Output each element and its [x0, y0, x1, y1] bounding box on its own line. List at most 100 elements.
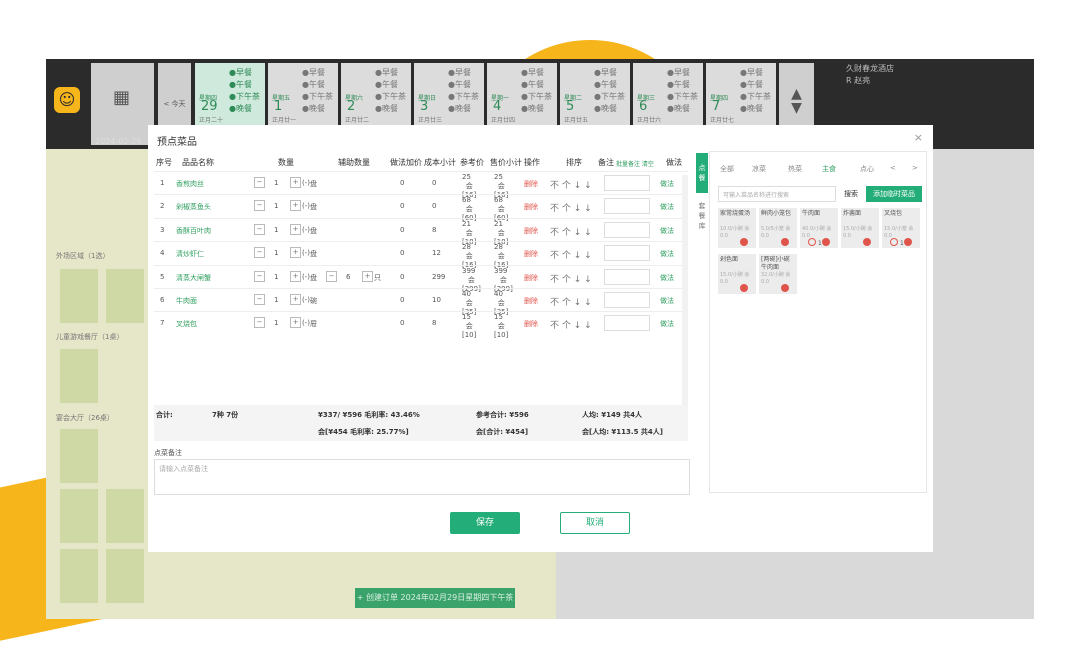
dish-card-add-button[interactable]	[781, 284, 789, 292]
meal-option[interactable]: ●午餐	[302, 79, 333, 91]
meal-option[interactable]: ●午餐	[667, 79, 698, 91]
delete-button[interactable]: 删除	[524, 202, 538, 212]
dish-card-add-button[interactable]	[863, 238, 871, 246]
meal-option[interactable]: ●晚餐	[375, 103, 406, 115]
row-remark-input[interactable]	[604, 292, 650, 308]
meal-option[interactable]: ●下午茶	[521, 91, 552, 103]
increment-button[interactable]: +	[290, 270, 301, 282]
dish-card[interactable]: 鲜肉小笼包 5.0/5小笼 会0.0	[759, 208, 797, 248]
save-button[interactable]: 保存	[450, 512, 520, 534]
tab-order[interactable]: 点餐	[696, 153, 708, 193]
meal-option[interactable]: ●下午茶	[229, 91, 260, 103]
calendar-picker[interactable]: ▦ 2024-02-29	[91, 63, 154, 146]
delete-button[interactable]: 删除	[524, 226, 538, 236]
decrement-button[interactable]: −	[254, 223, 265, 235]
decrement-button[interactable]: −	[254, 317, 265, 329]
meal-option[interactable]: ●早餐	[229, 67, 260, 79]
table-tile[interactable]	[60, 549, 98, 603]
increment-button[interactable]: +	[290, 177, 301, 188]
decrement-button[interactable]: −	[254, 247, 265, 259]
dish-card[interactable]: 牛肉面 40.0/小碗 会0.0 1	[800, 208, 838, 248]
meal-option[interactable]: ●晚餐	[521, 103, 552, 115]
meal-option[interactable]: ●晚餐	[302, 103, 333, 115]
dish-card[interactable]: 叉烧包 15.0/小笼 会0.0 1	[882, 208, 920, 248]
delete-button[interactable]: 删除	[524, 296, 538, 306]
method-button[interactable]: 做法	[660, 226, 674, 236]
aux-decrement-button[interactable]: −	[326, 270, 337, 282]
meal-option[interactable]: ●早餐	[302, 67, 333, 79]
meal-option[interactable]: ●午餐	[229, 79, 260, 91]
meal-option[interactable]: ●晚餐	[594, 103, 625, 115]
meal-option[interactable]: ●下午茶	[448, 91, 479, 103]
method-button[interactable]: 做法	[660, 296, 674, 306]
aux-increment-button[interactable]: +	[362, 270, 373, 282]
row-dish-name[interactable]: 剁椒蒸鱼头	[176, 202, 211, 212]
search-button[interactable]: 搜索	[838, 186, 864, 202]
meal-option[interactable]: ●下午茶	[740, 91, 771, 103]
row-qty[interactable]: 1	[274, 226, 278, 234]
increment-button[interactable]: +	[290, 247, 301, 259]
meal-option[interactable]: ●午餐	[448, 79, 479, 91]
row-dish-name[interactable]: 叉烧包	[176, 319, 197, 329]
row-qty[interactable]: 1	[274, 249, 278, 257]
table-tile[interactable]	[106, 269, 144, 323]
meal-option[interactable]: ●下午茶	[667, 91, 698, 103]
dish-card-add-button[interactable]	[740, 238, 748, 246]
row-dish-name[interactable]: 香酥百叶肉	[176, 226, 211, 236]
row-dish-name[interactable]: 牛肉面	[176, 296, 197, 306]
row-dish-name[interactable]: 清蒸大闸蟹	[176, 273, 211, 283]
chevron-right-icon[interactable]: >	[912, 164, 918, 172]
table-tile[interactable]	[60, 269, 98, 323]
increment-button[interactable]: +	[290, 223, 301, 235]
dish-card-minus-button[interactable]	[808, 238, 816, 246]
decrement-button[interactable]: −	[254, 294, 265, 305]
delete-button[interactable]: 删除	[524, 249, 538, 259]
cancel-button[interactable]: 取消	[560, 512, 630, 534]
increment-button[interactable]: +	[290, 294, 301, 305]
dish-card-add-button[interactable]	[822, 238, 830, 246]
meal-option[interactable]: ●早餐	[448, 67, 479, 79]
row-qty[interactable]: 1	[274, 319, 278, 327]
meal-option[interactable]: ●午餐	[594, 79, 625, 91]
meal-option[interactable]: ●晚餐	[740, 103, 771, 115]
dish-card[interactable]: [两碗]小碗牛肉面 32.0/小碗 会0.0	[759, 254, 797, 294]
decrement-button[interactable]: −	[254, 200, 265, 212]
increment-button[interactable]: +	[290, 317, 301, 329]
meal-option[interactable]: ●下午茶	[594, 91, 625, 103]
sort-controls[interactable]: 不 个 ↓ ↓	[550, 201, 592, 214]
category-cold[interactable]: 凉菜	[752, 164, 766, 174]
row-qty[interactable]: 1	[274, 273, 278, 281]
meal-option[interactable]: ●早餐	[740, 67, 771, 79]
row-qty[interactable]: 1	[274, 202, 278, 210]
category-staple[interactable]: 主食	[822, 164, 836, 174]
increment-button[interactable]: +	[290, 200, 301, 212]
row-remark-input[interactable]	[604, 198, 650, 215]
meal-option[interactable]: ●晚餐	[448, 103, 479, 115]
sort-controls[interactable]: 不 个 ↓ ↓	[550, 272, 592, 285]
method-button[interactable]: 做法	[660, 319, 674, 329]
category-dimsum[interactable]: 点心	[860, 164, 874, 174]
meal-option[interactable]: ●下午茶	[302, 91, 333, 103]
decrement-button[interactable]: −	[254, 270, 265, 282]
sort-controls[interactable]: 不 个 ↓ ↓	[550, 318, 592, 331]
meal-option[interactable]: ●下午茶	[375, 91, 406, 103]
sort-controls[interactable]: 不 个 ↓ ↓	[550, 178, 592, 191]
meal-option[interactable]: ●午餐	[740, 79, 771, 91]
create-order-button[interactable]: + 创建订单 2024年02月29日星期四下午茶	[355, 588, 515, 608]
sort-controls[interactable]: 不 个 ↓ ↓	[550, 225, 592, 238]
dish-card-add-button[interactable]	[781, 238, 789, 246]
dish-search-input[interactable]: 可输入菜品名称进行搜索	[718, 186, 836, 202]
delete-button[interactable]: 删除	[524, 319, 538, 329]
dish-card-minus-button[interactable]	[890, 238, 898, 246]
row-aux-qty[interactable]: 6	[346, 273, 350, 281]
chevron-left-icon[interactable]: <	[890, 164, 896, 172]
user-name[interactable]: R 赵亮	[846, 75, 894, 87]
category-hot[interactable]: 热菜	[788, 164, 802, 174]
row-dish-name[interactable]: 清炒虾仁	[176, 249, 204, 259]
table-tile[interactable]	[60, 349, 98, 403]
meal-option[interactable]: ●晚餐	[229, 103, 260, 115]
row-qty[interactable]: 1	[274, 296, 278, 304]
method-button[interactable]: 做法	[660, 179, 674, 189]
row-dish-name[interactable]: 香煎肉丝	[176, 179, 204, 189]
batch-remark-link[interactable]: 批量备注 清空	[616, 159, 654, 168]
